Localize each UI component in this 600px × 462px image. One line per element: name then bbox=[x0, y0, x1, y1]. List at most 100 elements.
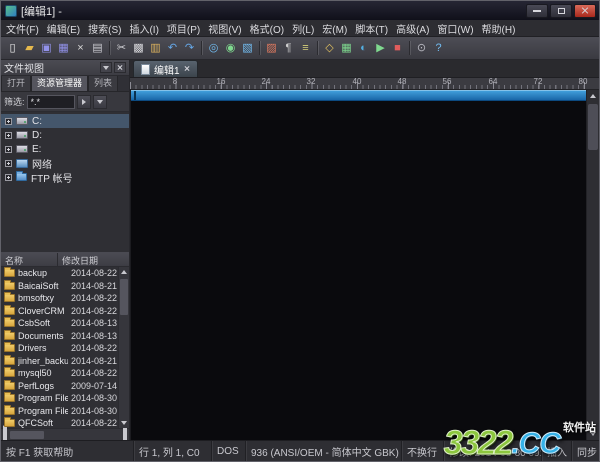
find-icon[interactable]: ◎ bbox=[205, 40, 222, 57]
redo-icon[interactable]: ↷ bbox=[181, 40, 198, 57]
file-name: Documents bbox=[18, 331, 68, 341]
minimize-icon bbox=[533, 10, 541, 12]
replace-icon[interactable]: ◉ bbox=[222, 40, 239, 57]
menu-project[interactable]: 项目(P) bbox=[163, 19, 204, 38]
file-list-row[interactable]: CloverCRM2014-08-22 08 bbox=[1, 305, 118, 318]
ruler-number: 80 bbox=[579, 78, 588, 86]
menu-format[interactable]: 格式(O) bbox=[246, 19, 288, 38]
panel-menu-button[interactable] bbox=[100, 62, 112, 73]
expand-icon[interactable] bbox=[5, 174, 12, 181]
print-icon[interactable]: ▤ bbox=[89, 40, 106, 57]
column-header-date[interactable]: 修改日期 bbox=[58, 253, 129, 266]
file-list-row[interactable]: Program Files2014-08-30 09 bbox=[1, 392, 118, 405]
compare-files-icon[interactable]: ▦ bbox=[338, 40, 355, 57]
minimize-button[interactable] bbox=[526, 4, 548, 18]
editor-vertical-scrollbar[interactable] bbox=[586, 90, 599, 440]
undo-icon[interactable]: ↶ bbox=[164, 40, 181, 57]
scrollbar-track[interactable] bbox=[9, 431, 121, 439]
scroll-up-button[interactable] bbox=[119, 267, 129, 277]
web-browser-icon[interactable]: ◐ bbox=[355, 40, 372, 57]
apply-filter-button[interactable] bbox=[77, 95, 91, 109]
folder-icon bbox=[4, 407, 15, 415]
paste-icon[interactable]: ▥ bbox=[147, 40, 164, 57]
find-in-files-icon[interactable]: ▧ bbox=[239, 40, 256, 57]
menu-window[interactable]: 窗口(W) bbox=[433, 19, 477, 38]
column-mode-icon[interactable]: ▨ bbox=[263, 40, 280, 57]
tree-item-network[interactable]: 网络 bbox=[1, 156, 129, 170]
menu-insert[interactable]: 插入(I) bbox=[125, 19, 162, 38]
help-icon[interactable]: ? bbox=[430, 40, 447, 57]
new-file-icon[interactable]: ▯ bbox=[4, 40, 21, 57]
menu-view[interactable]: 视图(V) bbox=[204, 19, 245, 38]
file-list-row[interactable]: QFCSoft2014-08-22 08 bbox=[1, 417, 118, 428]
file-view-panel: 文件视图 打开 资源管理器 列表 筛选: C: bbox=[1, 60, 130, 440]
menu-macro[interactable]: 宏(M) bbox=[318, 19, 351, 38]
menu-search[interactable]: 搜索(S) bbox=[84, 19, 125, 38]
file-list-row[interactable]: backup2014-08-22 10 bbox=[1, 267, 118, 280]
file-list-row[interactable]: CsbSoft2014-08-13 14 bbox=[1, 317, 118, 330]
tree-item-ftp-accounts[interactable]: FTP 帐号 bbox=[1, 170, 129, 184]
filter-input[interactable] bbox=[27, 95, 75, 109]
maximize-button[interactable] bbox=[550, 4, 572, 18]
settings-icon[interactable]: ⊙ bbox=[413, 40, 430, 57]
cut-icon[interactable]: ✂ bbox=[113, 40, 130, 57]
tab-open-files[interactable]: 打开 bbox=[1, 76, 31, 91]
menu-script[interactable]: 脚本(T) bbox=[351, 19, 392, 38]
expand-icon[interactable] bbox=[5, 132, 12, 139]
file-list-horizontal-scrollbar[interactable] bbox=[1, 428, 129, 440]
file-list-row[interactable]: BaicaiSoft2014-08-21 16 bbox=[1, 280, 118, 293]
tab-edit1[interactable]: 编辑1 bbox=[133, 60, 198, 77]
file-list-row[interactable]: Drivers2014-08-22 16 bbox=[1, 342, 118, 355]
menu-help[interactable]: 帮助(H) bbox=[478, 19, 520, 38]
save-icon[interactable]: ▣ bbox=[38, 40, 55, 57]
tree-item-drive-c[interactable]: C: bbox=[1, 114, 129, 128]
scrollbar-thumb[interactable] bbox=[120, 279, 128, 315]
scroll-down-button[interactable] bbox=[119, 418, 129, 428]
file-list-row[interactable]: Documents2014-08-13 14 bbox=[1, 330, 118, 343]
file-list-row[interactable]: bmsoftxy2014-08-22 08 bbox=[1, 292, 118, 305]
scroll-down-button[interactable] bbox=[587, 428, 599, 440]
file-list-vertical-scrollbar[interactable] bbox=[118, 267, 129, 428]
panel-close-button[interactable] bbox=[114, 62, 126, 73]
menu-file[interactable]: 文件(F) bbox=[2, 19, 43, 38]
drive-icon bbox=[16, 145, 28, 153]
menu-edit[interactable]: 编辑(E) bbox=[43, 19, 84, 38]
expand-icon[interactable] bbox=[5, 146, 12, 153]
scrollbar-thumb[interactable] bbox=[588, 104, 598, 150]
file-list-row[interactable]: jinher_backup2014-08-21 18 bbox=[1, 355, 118, 368]
file-name: CloverCRM bbox=[18, 306, 68, 316]
tree-item-drive-d[interactable]: D: bbox=[1, 128, 129, 142]
open-file-icon[interactable]: ▰ bbox=[21, 40, 38, 57]
menu-column[interactable]: 列(L) bbox=[288, 19, 318, 38]
status-line-ending: DOS bbox=[211, 441, 245, 461]
syntax-highlight-icon[interactable]: ◇ bbox=[321, 40, 338, 57]
file-list-row[interactable]: mysql502014-08-22 08 bbox=[1, 367, 118, 380]
tab-explorer[interactable]: 资源管理器 bbox=[31, 76, 88, 91]
tree-item-label: E: bbox=[32, 144, 41, 155]
stop-macro-icon[interactable]: ■ bbox=[389, 40, 406, 57]
tree-item-drive-e[interactable]: E: bbox=[1, 142, 129, 156]
tab-lists[interactable]: 列表 bbox=[88, 76, 118, 91]
tab-close-icon[interactable] bbox=[184, 66, 190, 72]
expand-icon[interactable] bbox=[5, 160, 12, 167]
scroll-up-button[interactable] bbox=[587, 90, 599, 102]
file-date: 2014-08-22 16 bbox=[71, 343, 118, 353]
toolbar-separator bbox=[317, 41, 318, 55]
hex-mode-icon[interactable]: ≡ bbox=[297, 40, 314, 57]
close-file-icon[interactable]: × bbox=[72, 40, 89, 57]
file-date: 2014-08-13 14 bbox=[71, 331, 118, 341]
column-header-name[interactable]: 名称 bbox=[1, 253, 58, 266]
word-wrap-icon[interactable]: ¶ bbox=[280, 40, 297, 57]
filter-dropdown-button[interactable] bbox=[93, 95, 107, 109]
text-editor[interactable] bbox=[130, 90, 599, 440]
menu-advanced[interactable]: 高级(A) bbox=[392, 19, 433, 38]
scrollbar-thumb[interactable] bbox=[10, 431, 44, 439]
close-button[interactable] bbox=[574, 4, 596, 18]
save-all-icon[interactable]: ▦ bbox=[55, 40, 72, 57]
run-macro-icon[interactable]: ▶ bbox=[372, 40, 389, 57]
copy-icon[interactable]: ▩ bbox=[130, 40, 147, 57]
ruler-number: 56 bbox=[443, 78, 452, 86]
file-list-row[interactable]: Program File...2014-08-30 09 bbox=[1, 405, 118, 418]
file-list-row[interactable]: PerfLogs2009-07-14 11 bbox=[1, 380, 118, 393]
expand-icon[interactable] bbox=[5, 118, 12, 125]
